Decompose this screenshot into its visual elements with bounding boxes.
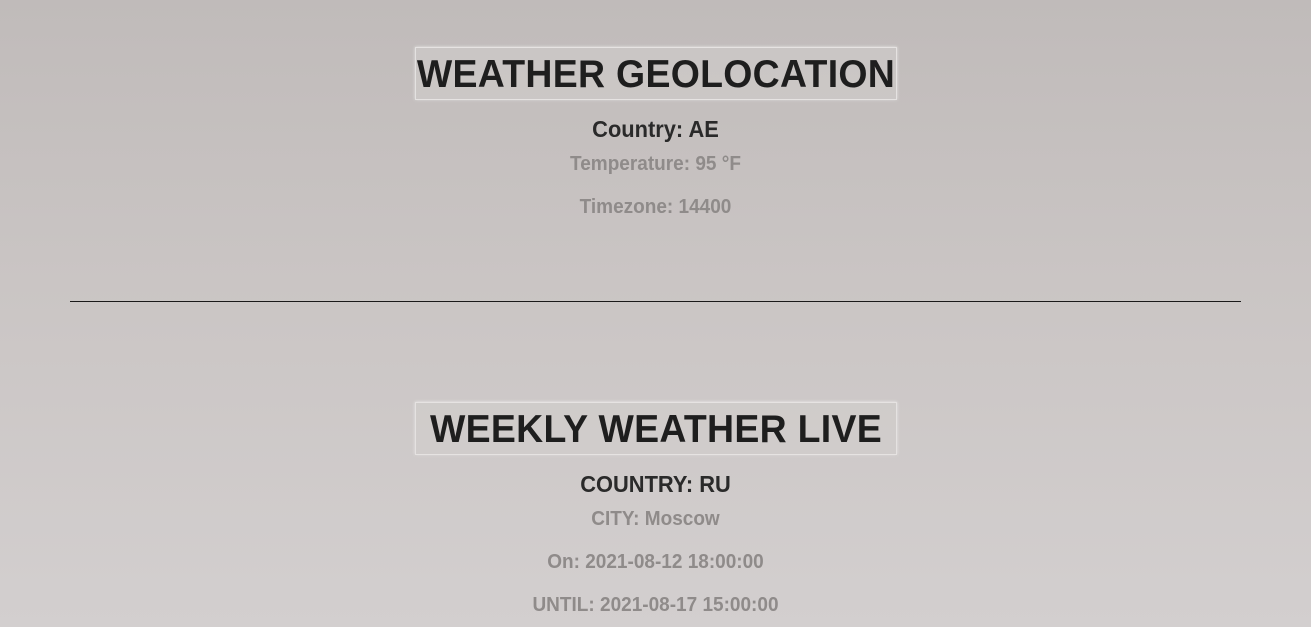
weekly-section: WEEKLY WEATHER LIVE COUNTRY: RU CITY: Mo… [0, 402, 1311, 617]
geolocation-temperature: Temperature: 95 °F [570, 153, 741, 175]
geolocation-country: Country: AE [592, 116, 719, 142]
section-divider [70, 301, 1241, 302]
geolocation-section: WEATHER GEOLOCATION Country: AE Temperat… [0, 47, 1311, 219]
weekly-city: CITY: Moscow [591, 508, 720, 530]
weekly-country: COUNTRY: RU [580, 471, 731, 497]
weekly-on-date: On: 2021-08-12 18:00:00 [547, 551, 764, 573]
geolocation-timezone: Timezone: 14400 [579, 196, 732, 218]
weekly-title: WEEKLY WEATHER LIVE [414, 402, 897, 455]
geolocation-title: WEATHER GEOLOCATION [414, 47, 897, 100]
weekly-until-date: UNTIL: 2021-08-17 15:00:00 [532, 594, 779, 616]
